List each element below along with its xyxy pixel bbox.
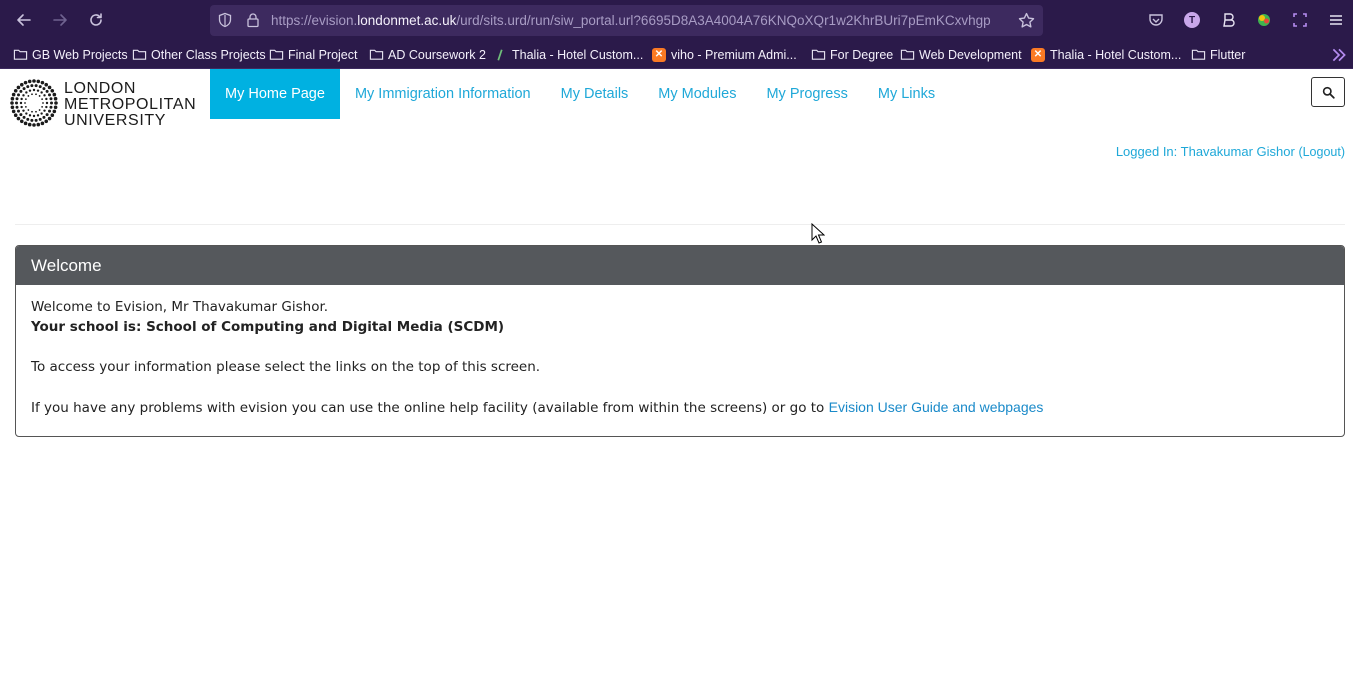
screenshot-icon: [1293, 13, 1307, 27]
welcome-panel: Welcome Welcome to Evision, Mr Thavakuma…: [15, 245, 1345, 437]
folder-icon: [268, 47, 284, 63]
nav-my-details[interactable]: My Details: [546, 69, 644, 119]
search-icon: [1322, 86, 1335, 99]
divider: [15, 224, 1345, 225]
folder-icon: [810, 47, 826, 63]
bookmark-label: Thalia - Hotel Custom...: [1050, 47, 1182, 62]
bookmark-item[interactable]: Final Project: [268, 46, 357, 63]
university-logo[interactable]: LONDON METROPOLITAN UNIVERSITY: [10, 79, 196, 129]
screenshot-button[interactable]: [1291, 11, 1309, 29]
welcome-panel-title: Welcome: [16, 246, 1344, 285]
nav-my-home-page[interactable]: My Home Page: [210, 69, 340, 119]
logo-line: METROPOLITAN: [64, 96, 197, 113]
site-icon: [492, 47, 508, 63]
logo-mark-icon: [10, 79, 58, 127]
pocket-icon: [1149, 14, 1163, 26]
hamburger-menu-icon: [1330, 15, 1342, 25]
folder-icon: [899, 47, 915, 63]
extension-b-icon: [1223, 13, 1235, 27]
arrow-left-icon: [17, 14, 31, 26]
instructions-text: To access your information please select…: [31, 359, 541, 375]
profile-avatar: T: [1184, 12, 1200, 28]
folder-icon: [131, 47, 147, 63]
browser-toolbar: https://evision.londonmet.ac.uk/urd/sits…: [0, 0, 1353, 40]
bookmark-label: viho - Premium Admi...: [671, 47, 797, 62]
shield-icon[interactable]: [217, 12, 233, 28]
forward-button[interactable]: [48, 8, 72, 32]
welcome-greeting: Welcome to Evision, Mr Thavakumar Gishor…: [31, 299, 329, 315]
bookmark-item[interactable]: ✕ Thalia - Hotel Custom...: [1030, 46, 1181, 63]
bookmark-item[interactable]: Thalia - Hotel Custom...: [492, 46, 643, 63]
url-host: londonmet.ac.uk: [357, 13, 457, 28]
reload-icon: [90, 13, 102, 26]
welcome-panel-body: Welcome to Evision, Mr Thavakumar Gishor…: [16, 285, 1344, 430]
url-path: /urd/sits.urd/run/siw_portal.url?6695D8A…: [456, 13, 991, 28]
bookmark-label: Flutter: [1210, 47, 1246, 62]
url-prefix: https://evision.: [271, 13, 358, 28]
bookmark-item[interactable]: GB Web Projects: [12, 46, 128, 63]
pocket-button[interactable]: [1147, 11, 1165, 29]
bookmarks-bar: GB Web Projects Other Class Projects Fin…: [0, 40, 1353, 69]
bookmark-star-icon[interactable]: [1018, 12, 1035, 29]
search-button[interactable]: [1311, 77, 1345, 107]
main-nav: My Home Page My Immigration Information …: [210, 69, 950, 119]
user-guide-link[interactable]: Evision User Guide and webpages: [829, 399, 1044, 415]
logout-link[interactable]: (Logout): [1298, 145, 1345, 159]
bookmark-item[interactable]: Other Class Projects: [131, 46, 266, 63]
profile-button[interactable]: T: [1183, 11, 1201, 29]
bookmark-label: Web Development: [919, 47, 1022, 62]
logged-in-status: Logged In: Thavakumar Gishor (Logout): [1116, 144, 1345, 159]
bookmark-label: Final Project: [288, 47, 358, 62]
logo-line: UNIVERSITY: [64, 112, 167, 129]
extension-b-button[interactable]: [1219, 11, 1237, 29]
lock-icon[interactable]: [245, 12, 261, 28]
xampp-icon: ✕: [1030, 47, 1046, 63]
folder-icon: [1190, 47, 1206, 63]
folder-icon: [368, 47, 384, 63]
xampp-icon: ✕: [651, 47, 667, 63]
bookmark-item[interactable]: AD Coursework 2: [368, 46, 486, 63]
bookmark-label: Thalia - Hotel Custom...: [512, 47, 644, 62]
back-button[interactable]: [12, 8, 36, 32]
logo-text: LONDON METROPOLITAN UNIVERSITY: [64, 81, 196, 129]
nav-my-progress[interactable]: My Progress: [751, 69, 862, 119]
bookmark-label: AD Coursework 2: [388, 47, 486, 62]
logged-in-user: Logged In: Thavakumar Gishor: [1115, 144, 1295, 159]
help-text: If you have any problems with evision yo…: [31, 400, 825, 416]
bookmark-item[interactable]: For Degree: [810, 46, 893, 63]
extension-color-button[interactable]: [1255, 11, 1273, 29]
folder-icon: [12, 47, 28, 63]
color-picker-icon: [1258, 14, 1270, 26]
bookmark-label: Other Class Projects: [151, 47, 266, 62]
mouse-cursor-icon: [811, 223, 825, 244]
menu-button[interactable]: [1327, 11, 1345, 29]
school-info: Your school is: School of Computing and …: [31, 319, 505, 335]
arrow-right-icon: [53, 14, 67, 26]
bookmark-item[interactable]: Web Development: [899, 46, 1022, 63]
nav-my-links[interactable]: My Links: [863, 69, 950, 119]
bookmark-label: For Degree: [830, 47, 894, 62]
bookmark-item[interactable]: ✕ viho - Premium Admi...: [651, 46, 797, 63]
bookmark-label: GB Web Projects: [32, 47, 128, 62]
address-bar[interactable]: https://evision.londonmet.ac.uk/urd/sits…: [210, 5, 1043, 36]
reload-button[interactable]: [84, 8, 108, 32]
bookmark-item[interactable]: Flutter: [1190, 46, 1245, 63]
chevron-double-right-icon[interactable]: [1330, 46, 1348, 64]
nav-my-modules[interactable]: My Modules: [643, 69, 751, 119]
nav-my-immigration-information[interactable]: My Immigration Information: [340, 69, 546, 119]
url-text[interactable]: https://evision.londonmet.ac.uk/urd/sits…: [271, 12, 1011, 29]
logo-line: LONDON: [64, 80, 137, 97]
help-paragraph: If you have any problems with evision yo…: [31, 397, 1329, 418]
